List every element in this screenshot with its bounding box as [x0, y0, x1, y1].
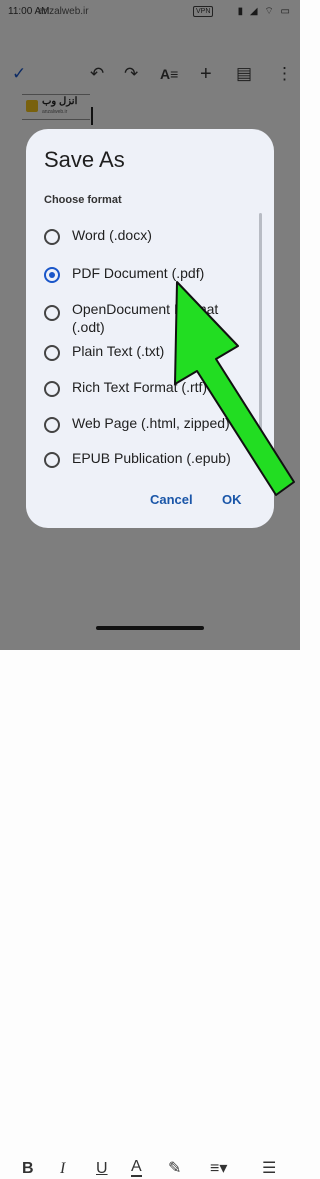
list-icon[interactable]: ☰: [262, 1159, 276, 1179]
italic-button[interactable]: I: [60, 1159, 65, 1179]
arrow-shape: [174, 281, 295, 496]
highlight-icon[interactable]: ✎: [168, 1159, 181, 1179]
annotation-arrow-icon: [174, 281, 295, 496]
text-color-button[interactable]: A: [131, 1159, 142, 1177]
align-dropdown-icon[interactable]: ≡▾: [210, 1159, 227, 1179]
bold-button[interactable]: B: [22, 1159, 34, 1179]
underline-button[interactable]: U: [96, 1159, 108, 1179]
